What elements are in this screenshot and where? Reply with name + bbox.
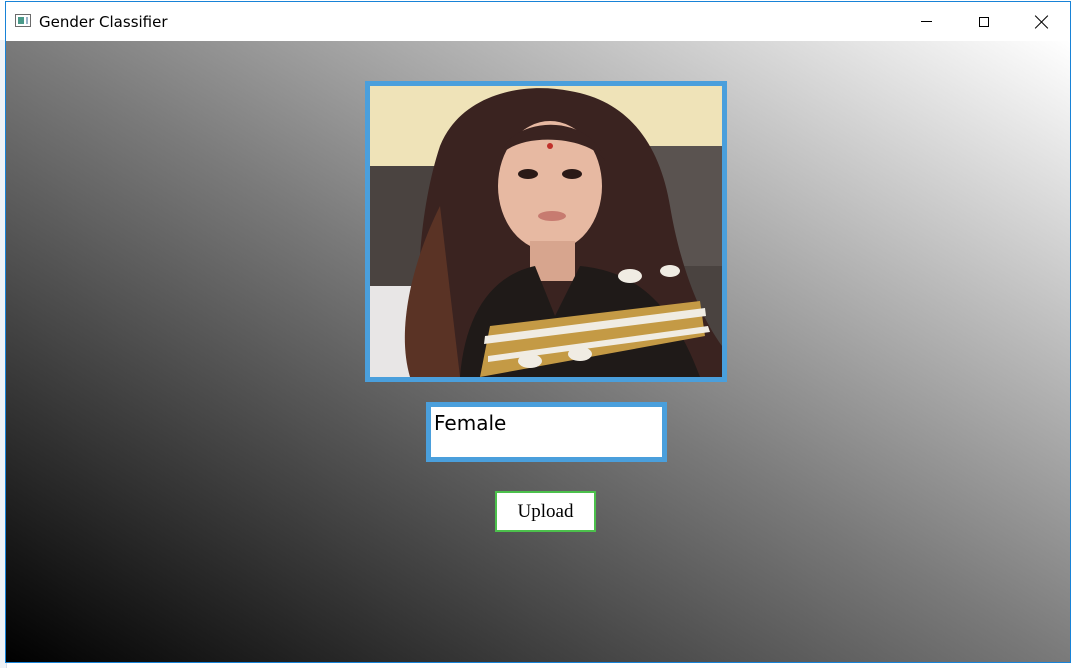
title-bar[interactable]: Gender Classifier [6,2,1070,41]
prediction-label: Female [434,411,507,435]
window-title: Gender Classifier [39,13,168,31]
maximize-button[interactable] [955,2,1013,41]
maximize-icon [979,16,989,27]
app-window-icon [15,14,31,27]
app-window: Gender Classifier Female Upload [5,1,1071,663]
main-panel: Female Upload [6,41,1070,662]
close-button[interactable] [1013,2,1071,41]
uploaded-image [365,81,727,382]
prediction-result-box: Female [426,402,667,462]
uploaded-face-photo [370,86,722,377]
close-icon [1035,15,1049,29]
minimize-icon [920,21,932,22]
minimize-button[interactable] [897,2,955,41]
upload-button[interactable]: Upload [495,491,596,532]
